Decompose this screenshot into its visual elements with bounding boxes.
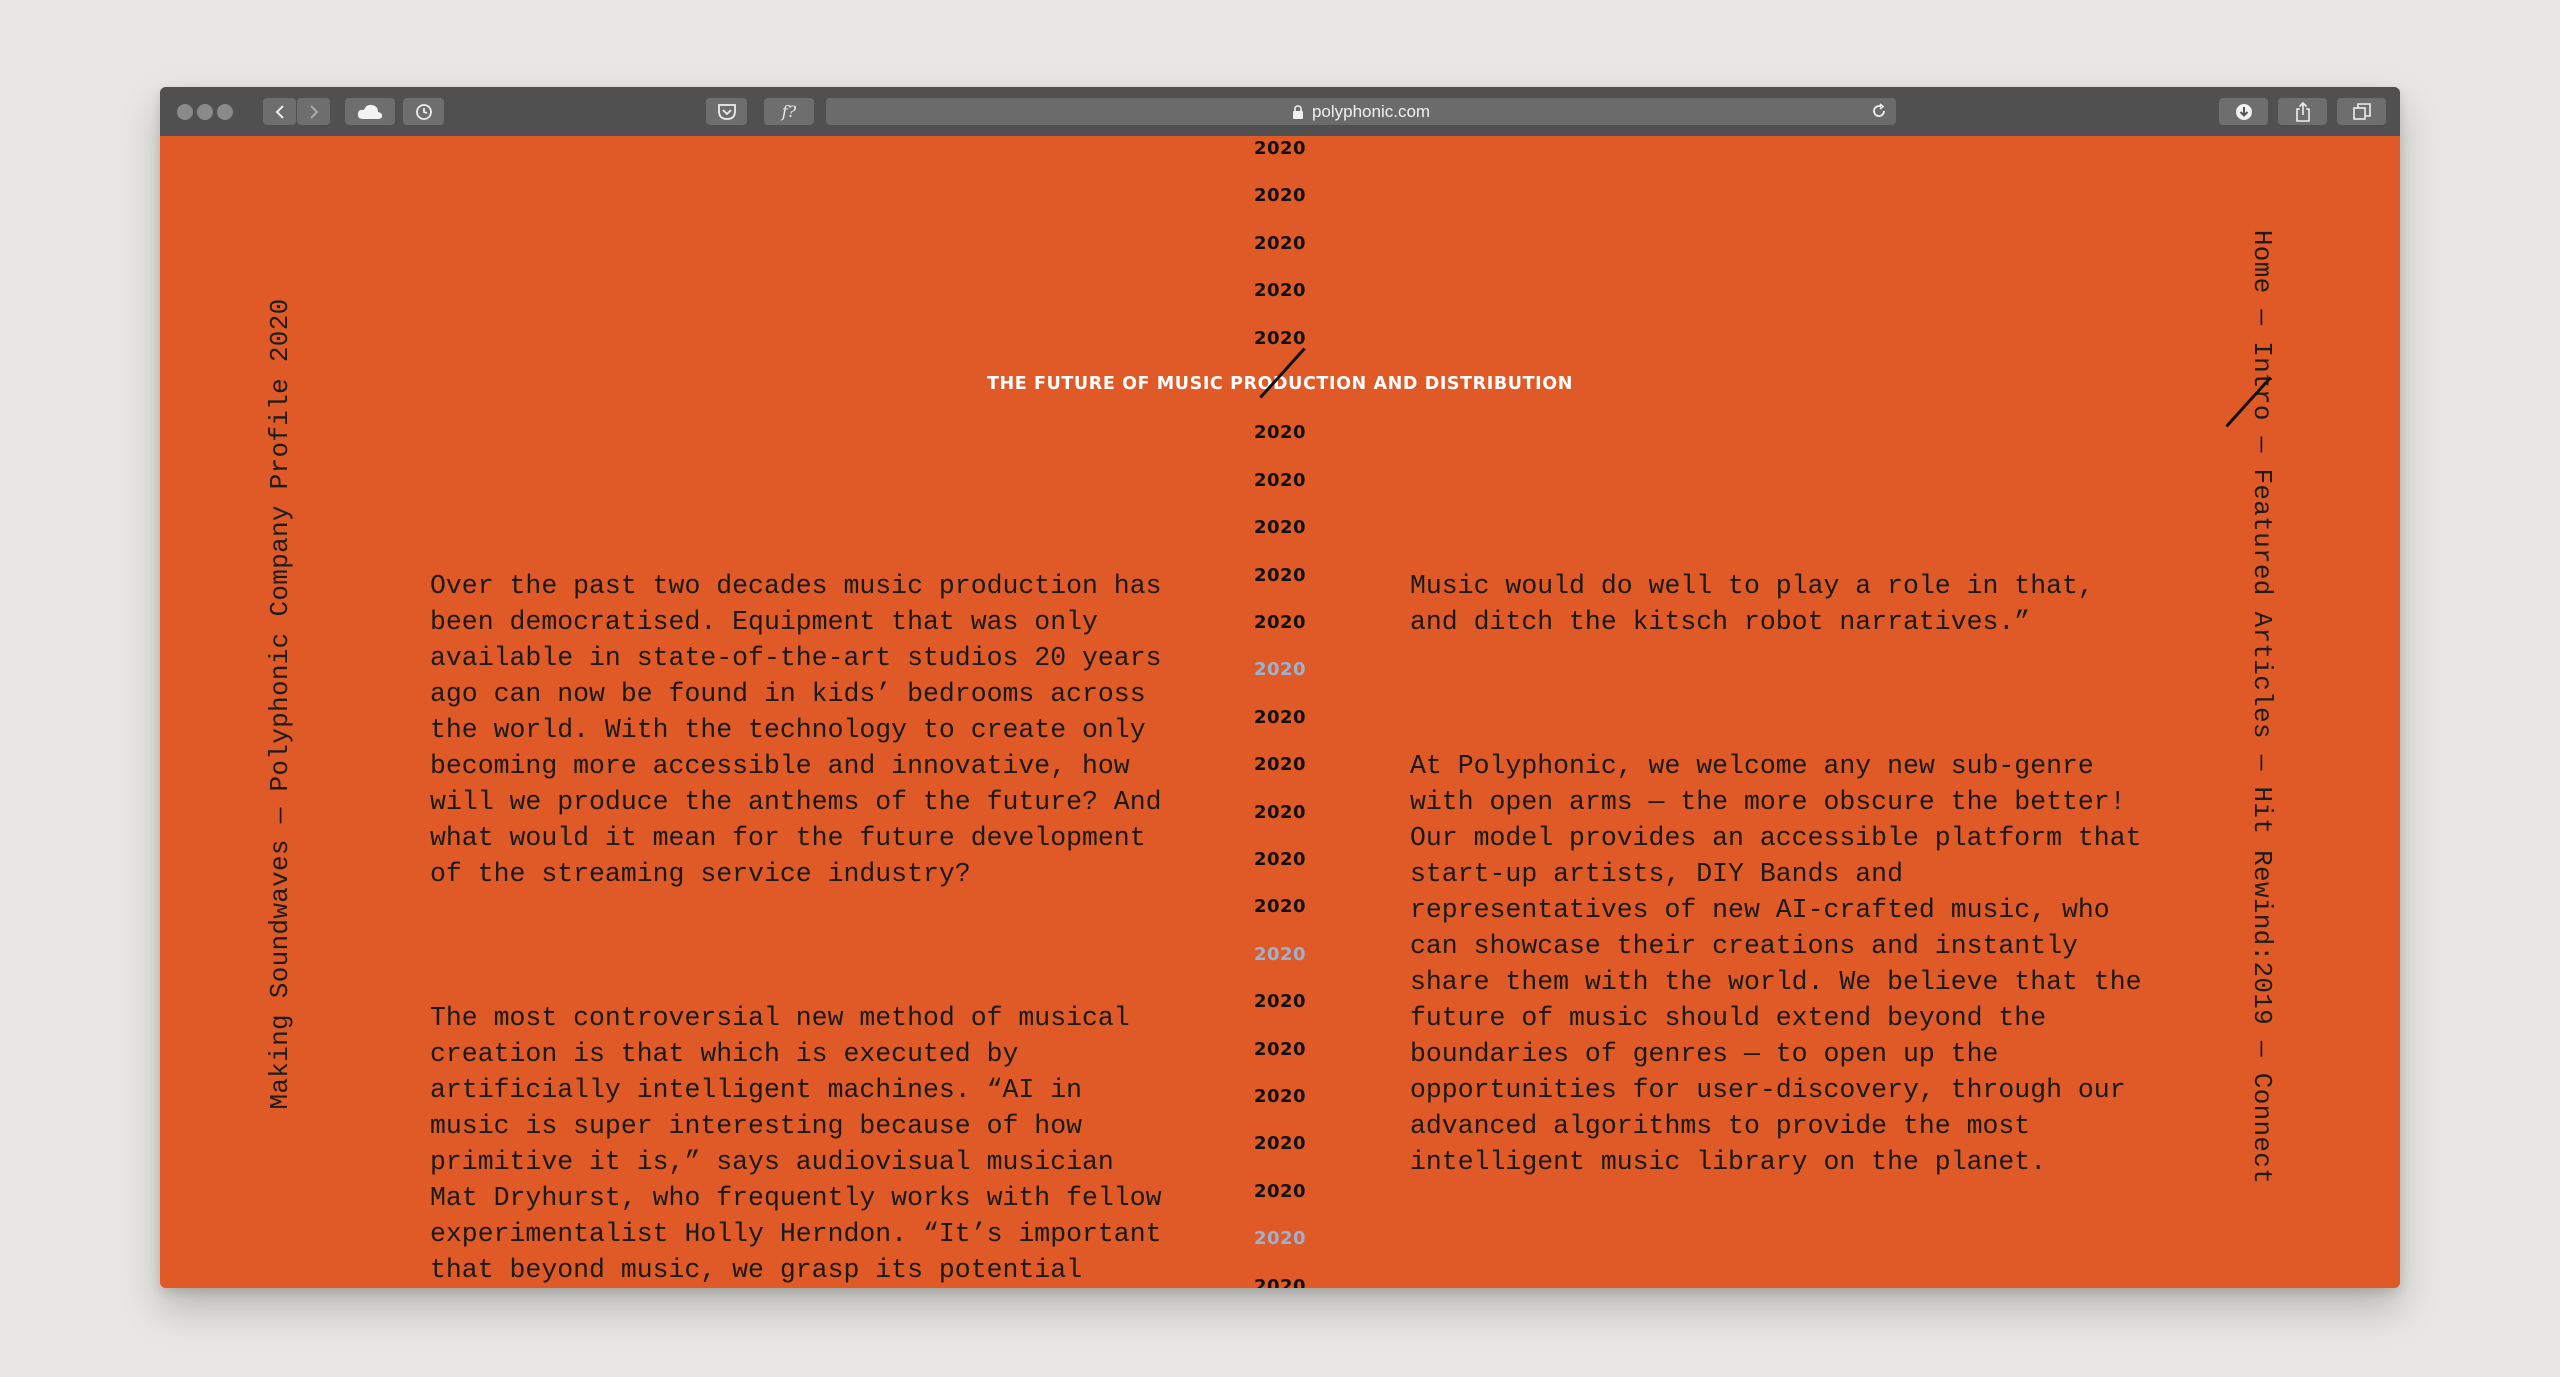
back-button[interactable]: [263, 98, 296, 125]
address-bar[interactable]: polyphonic.com: [826, 98, 1896, 125]
tabs-overview-button[interactable]: [2337, 98, 2386, 125]
icloud-tabs-button[interactable]: [345, 98, 395, 125]
pocket-icon: [717, 103, 736, 120]
article-paragraph: At Polyphonic, we welcome any new sub-ge…: [1410, 751, 2142, 1177]
nav-separator: —: [2247, 738, 2277, 787]
pocket-button[interactable]: [706, 98, 747, 125]
share-button[interactable]: [2278, 98, 2327, 125]
year-label: 2020: [1253, 896, 1307, 918]
year-label: 2020: [1253, 1228, 1307, 1250]
article-column-left: Over the past two decades music producti…: [430, 496, 1170, 1288]
forward-button[interactable]: [297, 98, 330, 125]
font-identifier-button[interactable]: f?: [764, 98, 814, 125]
year-label: 2020: [1253, 659, 1307, 681]
year-label: 2020: [1253, 327, 1307, 349]
browser-window: f? polyphonic.com Making Soundwaves — Po…: [160, 87, 2400, 1288]
main-navigation: Home — Intro — Featured Articles — Hit R…: [2247, 230, 2277, 1184]
article-paragraph: Music would do well to play a role in th…: [1410, 571, 2094, 637]
reload-icon[interactable]: [1870, 102, 1888, 120]
cloud-icon: [357, 104, 383, 119]
clock-icon: [415, 103, 432, 120]
page-tagline: Making Soundwaves — Polyphonic Company P…: [265, 298, 295, 1110]
nav-separator: —: [2247, 1025, 2277, 1073]
year-label: 2020: [1253, 564, 1307, 586]
year-label: 2020: [1253, 185, 1307, 207]
downloads-button[interactable]: [2219, 98, 2268, 125]
history-button[interactable]: [403, 98, 444, 125]
article-column-right: Music would do well to play a role in th…: [1410, 496, 2150, 1288]
year-label: 2020: [1253, 612, 1307, 633]
year-label: 2020: [1253, 280, 1307, 302]
nav-intro[interactable]: Intro: [2247, 341, 2277, 421]
url-text: polyphonic.com: [1311, 101, 1431, 121]
year-label: 2020: [1253, 754, 1307, 776]
nav-connect[interactable]: Connect: [2247, 1073, 2277, 1184]
zoom-window-button[interactable]: [217, 104, 233, 120]
year-label: 2020: [1253, 1086, 1307, 1107]
year-label: 2020: [1253, 991, 1307, 1013]
lock-icon: [1292, 104, 1303, 119]
year-label: 2020: [1253, 801, 1307, 823]
chevron-right-icon: [309, 104, 318, 119]
nav-separator: —: [2247, 293, 2277, 342]
article-paragraph: Over the past two decades music producti…: [430, 571, 1162, 889]
browser-toolbar: f? polyphonic.com: [160, 87, 2400, 136]
year-label: 2020: [1253, 1133, 1307, 1155]
year-label: 2020: [1253, 849, 1307, 870]
nav-featured-articles[interactable]: Featured Articles: [2247, 468, 2277, 738]
year-label: 2020: [1253, 943, 1307, 965]
nav-hit-rewind[interactable]: Hit Rewind:2019: [2247, 787, 2277, 1026]
year-label: 2020: [1253, 138, 1307, 159]
year-label: 2020: [1253, 1038, 1307, 1060]
font-identifier-label: f?: [781, 102, 797, 121]
download-icon: [2235, 103, 2252, 120]
close-window-button[interactable]: [177, 104, 193, 120]
nav-separator: —: [2247, 420, 2277, 469]
tabs-icon: [2352, 102, 2371, 120]
chevron-left-icon: [275, 104, 284, 119]
article-paragraph: The most controversial new method of mus…: [430, 1003, 1162, 1285]
share-icon: [2295, 101, 2310, 122]
year-label: 2020: [1253, 422, 1307, 444]
minimize-window-button[interactable]: [197, 104, 213, 120]
year-label: 2020: [1253, 469, 1307, 491]
year-label: 2020: [1253, 1275, 1307, 1288]
year-label: 2020: [1253, 232, 1307, 254]
year-label: 2020: [1253, 706, 1307, 728]
year-label: 2020: [1253, 1180, 1307, 1202]
page-content: Making Soundwaves — Polyphonic Company P…: [160, 136, 2400, 1288]
year-label: 2020: [1253, 517, 1307, 539]
nav-home[interactable]: Home: [2247, 230, 2277, 294]
